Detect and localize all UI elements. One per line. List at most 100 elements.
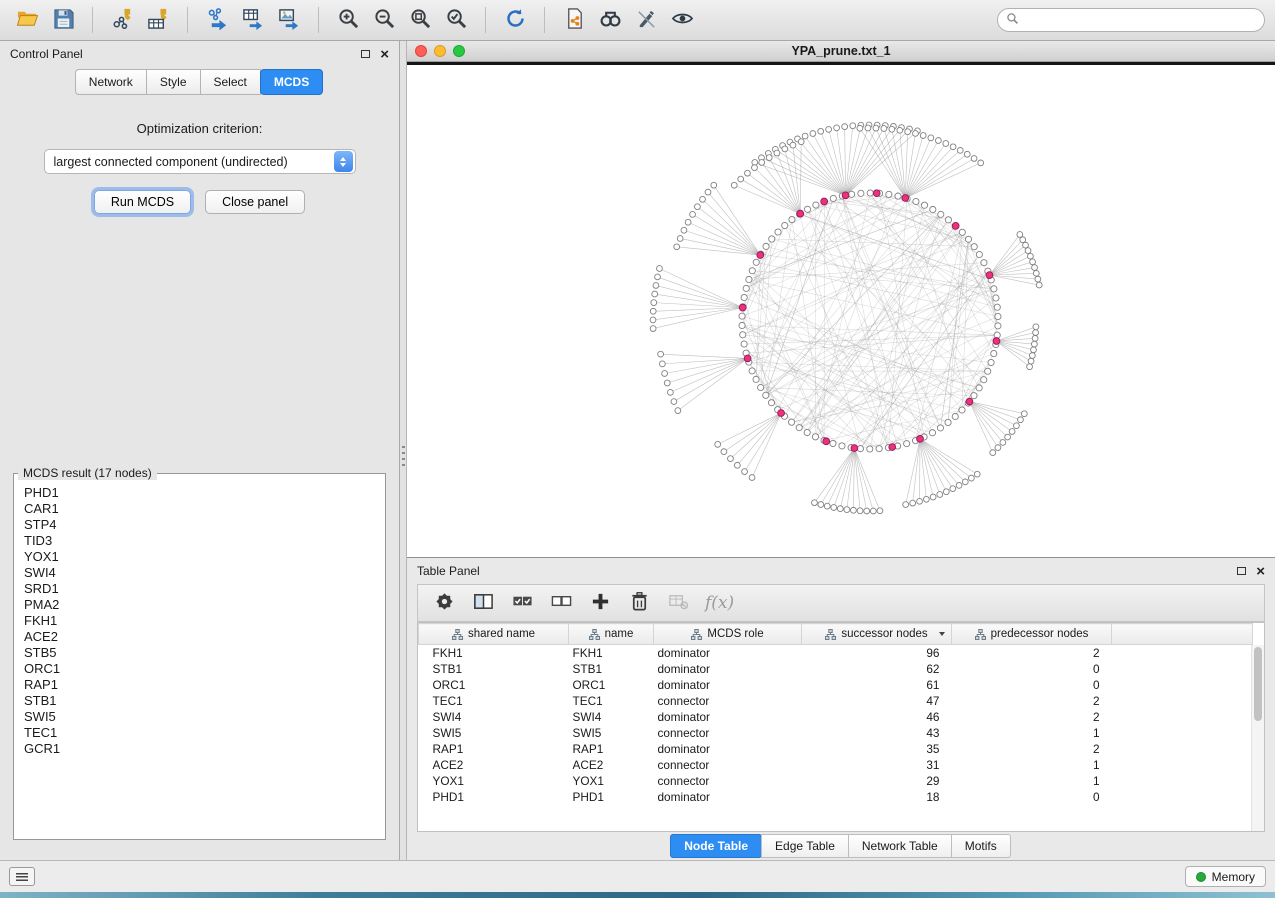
table-row[interactable]: ORC1ORC1dominator610 [419, 677, 1253, 693]
graph-hub-node[interactable] [952, 222, 959, 229]
close-panel-button-mcds[interactable]: Close panel [205, 190, 305, 214]
column-header-successor-nodes[interactable]: successor nodes [802, 624, 952, 645]
mcds-result-item[interactable]: TEC1 [24, 725, 375, 741]
table-settings-button[interactable] [432, 591, 456, 615]
binoculars-button[interactable] [593, 4, 627, 36]
mcds-result-item[interactable]: GCR1 [24, 741, 375, 757]
add-column-button[interactable] [588, 591, 612, 615]
graph-hub-node[interactable] [986, 272, 993, 279]
graph-hub-node[interactable] [966, 398, 973, 405]
memory-button[interactable]: Memory [1185, 866, 1266, 887]
mcds-result-item[interactable]: TID3 [24, 533, 375, 549]
share-document-button[interactable] [557, 4, 591, 36]
vertical-splitter[interactable] [400, 41, 407, 860]
toolbar-search[interactable] [997, 8, 1265, 32]
mcds-result-item[interactable]: CAR1 [24, 501, 375, 517]
table-row[interactable]: SWI4SWI4dominator462 [419, 709, 1253, 725]
marker-button[interactable] [629, 4, 663, 36]
float-panel-button[interactable] [361, 50, 370, 58]
graph-hub-node[interactable] [993, 338, 1000, 345]
deselect-all-button[interactable] [549, 591, 573, 615]
table-row[interactable]: YOX1YOX1connector291 [419, 773, 1253, 789]
graph-hub-node[interactable] [739, 304, 746, 311]
mcds-result-item[interactable]: SWI5 [24, 709, 375, 725]
close-panel-button[interactable]: × [380, 47, 389, 62]
open-file-button[interactable] [10, 4, 44, 36]
column-header-mcds-role[interactable]: MCDS role [654, 624, 802, 645]
eye-button[interactable] [665, 4, 699, 36]
tab-node-table[interactable]: Node Table [670, 834, 762, 858]
column-header-shared-name[interactable]: shared name [419, 624, 569, 645]
zoom-in-button[interactable] [331, 4, 365, 36]
fx-function-button[interactable]: f(x) [705, 593, 734, 613]
tab-select[interactable]: Select [200, 69, 261, 95]
mcds-result-item[interactable]: SRD1 [24, 581, 375, 597]
column-header-predecessor-nodes[interactable]: predecessor nodes [952, 624, 1112, 645]
table-row[interactable]: SWI5SWI5connector431 [419, 725, 1253, 741]
table-row[interactable]: RAP1RAP1dominator352 [419, 741, 1253, 757]
mcds-result-item[interactable]: STB5 [24, 645, 375, 661]
maximize-window-button[interactable] [453, 45, 465, 57]
graph-hub-node[interactable] [917, 435, 924, 442]
graph-hub-node[interactable] [902, 195, 909, 202]
float-table-panel-button[interactable] [1237, 567, 1246, 575]
mcds-result-item[interactable]: STB1 [24, 693, 375, 709]
table-row[interactable]: FKH1FKH1dominator962 [419, 645, 1253, 661]
graph-hub-node[interactable] [842, 192, 849, 199]
import-network-button[interactable] [105, 4, 139, 36]
save-session-button[interactable] [46, 4, 80, 36]
network-canvas[interactable] [407, 62, 1275, 557]
show-columns-button[interactable] [471, 591, 495, 615]
mcds-result-item[interactable]: YOX1 [24, 549, 375, 565]
tab-mcds[interactable]: MCDS [260, 69, 323, 95]
mcds-result-item[interactable]: STP4 [24, 517, 375, 533]
zoom-selected-button[interactable] [439, 4, 473, 36]
mcds-result-item[interactable]: ACE2 [24, 629, 375, 645]
mcds-result-item[interactable]: FKH1 [24, 613, 375, 629]
mcds-result-item[interactable]: ORC1 [24, 661, 375, 677]
tab-network-table[interactable]: Network Table [848, 834, 952, 858]
search-input[interactable] [1024, 13, 1256, 27]
close-table-panel-button[interactable]: × [1256, 564, 1265, 579]
tab-edge-table[interactable]: Edge Table [761, 834, 849, 858]
column-header-name[interactable]: name [569, 624, 654, 645]
tab-network[interactable]: Network [75, 69, 147, 95]
sort-dropdown-icon[interactable] [939, 632, 945, 636]
delete-column-button[interactable] [627, 591, 651, 615]
graph-hub-node[interactable] [744, 355, 751, 362]
refresh-button[interactable] [498, 4, 532, 36]
graph-hub-node[interactable] [873, 190, 880, 197]
network-graph-svg[interactable] [407, 65, 1275, 557]
select-all-button[interactable] [510, 591, 534, 615]
graph-hub-node[interactable] [823, 438, 830, 445]
graph-hub-node[interactable] [757, 252, 764, 259]
table-row[interactable]: STB1STB1dominator620 [419, 661, 1253, 677]
import-table-button[interactable] [141, 4, 175, 36]
graph-hub-node[interactable] [889, 444, 896, 451]
graph-hub-node[interactable] [778, 410, 785, 417]
close-window-button[interactable] [415, 45, 427, 57]
export-table-button[interactable] [236, 4, 270, 36]
zoom-out-button[interactable] [367, 4, 401, 36]
table-row[interactable]: ACE2ACE2connector311 [419, 757, 1253, 773]
task-history-button[interactable] [9, 867, 35, 886]
graph-hub-node[interactable] [797, 210, 804, 217]
graph-hub-node[interactable] [821, 198, 828, 205]
table-scrollbar-thumb[interactable] [1254, 647, 1262, 721]
export-network-button[interactable] [200, 4, 234, 36]
table-row[interactable]: PHD1PHD1dominator180 [419, 789, 1253, 805]
table-scrollbar[interactable] [1251, 645, 1264, 831]
mcds-result-item[interactable]: PMA2 [24, 597, 375, 613]
export-image-button[interactable] [272, 4, 306, 36]
run-mcds-button[interactable]: Run MCDS [94, 190, 191, 214]
mcds-result-item[interactable]: SWI4 [24, 565, 375, 581]
zoom-fit-button[interactable] [403, 4, 437, 36]
graph-hub-node[interactable] [851, 445, 858, 452]
tab-style[interactable]: Style [146, 69, 201, 95]
tab-motifs[interactable]: Motifs [951, 834, 1011, 858]
mcds-result-item[interactable]: RAP1 [24, 677, 375, 693]
mcds-result-item[interactable]: PHD1 [24, 485, 375, 501]
criterion-dropdown[interactable]: largest connected component (undirected) [44, 149, 356, 174]
table-row[interactable]: TEC1TEC1connector472 [419, 693, 1253, 709]
minimize-window-button[interactable] [434, 45, 446, 57]
